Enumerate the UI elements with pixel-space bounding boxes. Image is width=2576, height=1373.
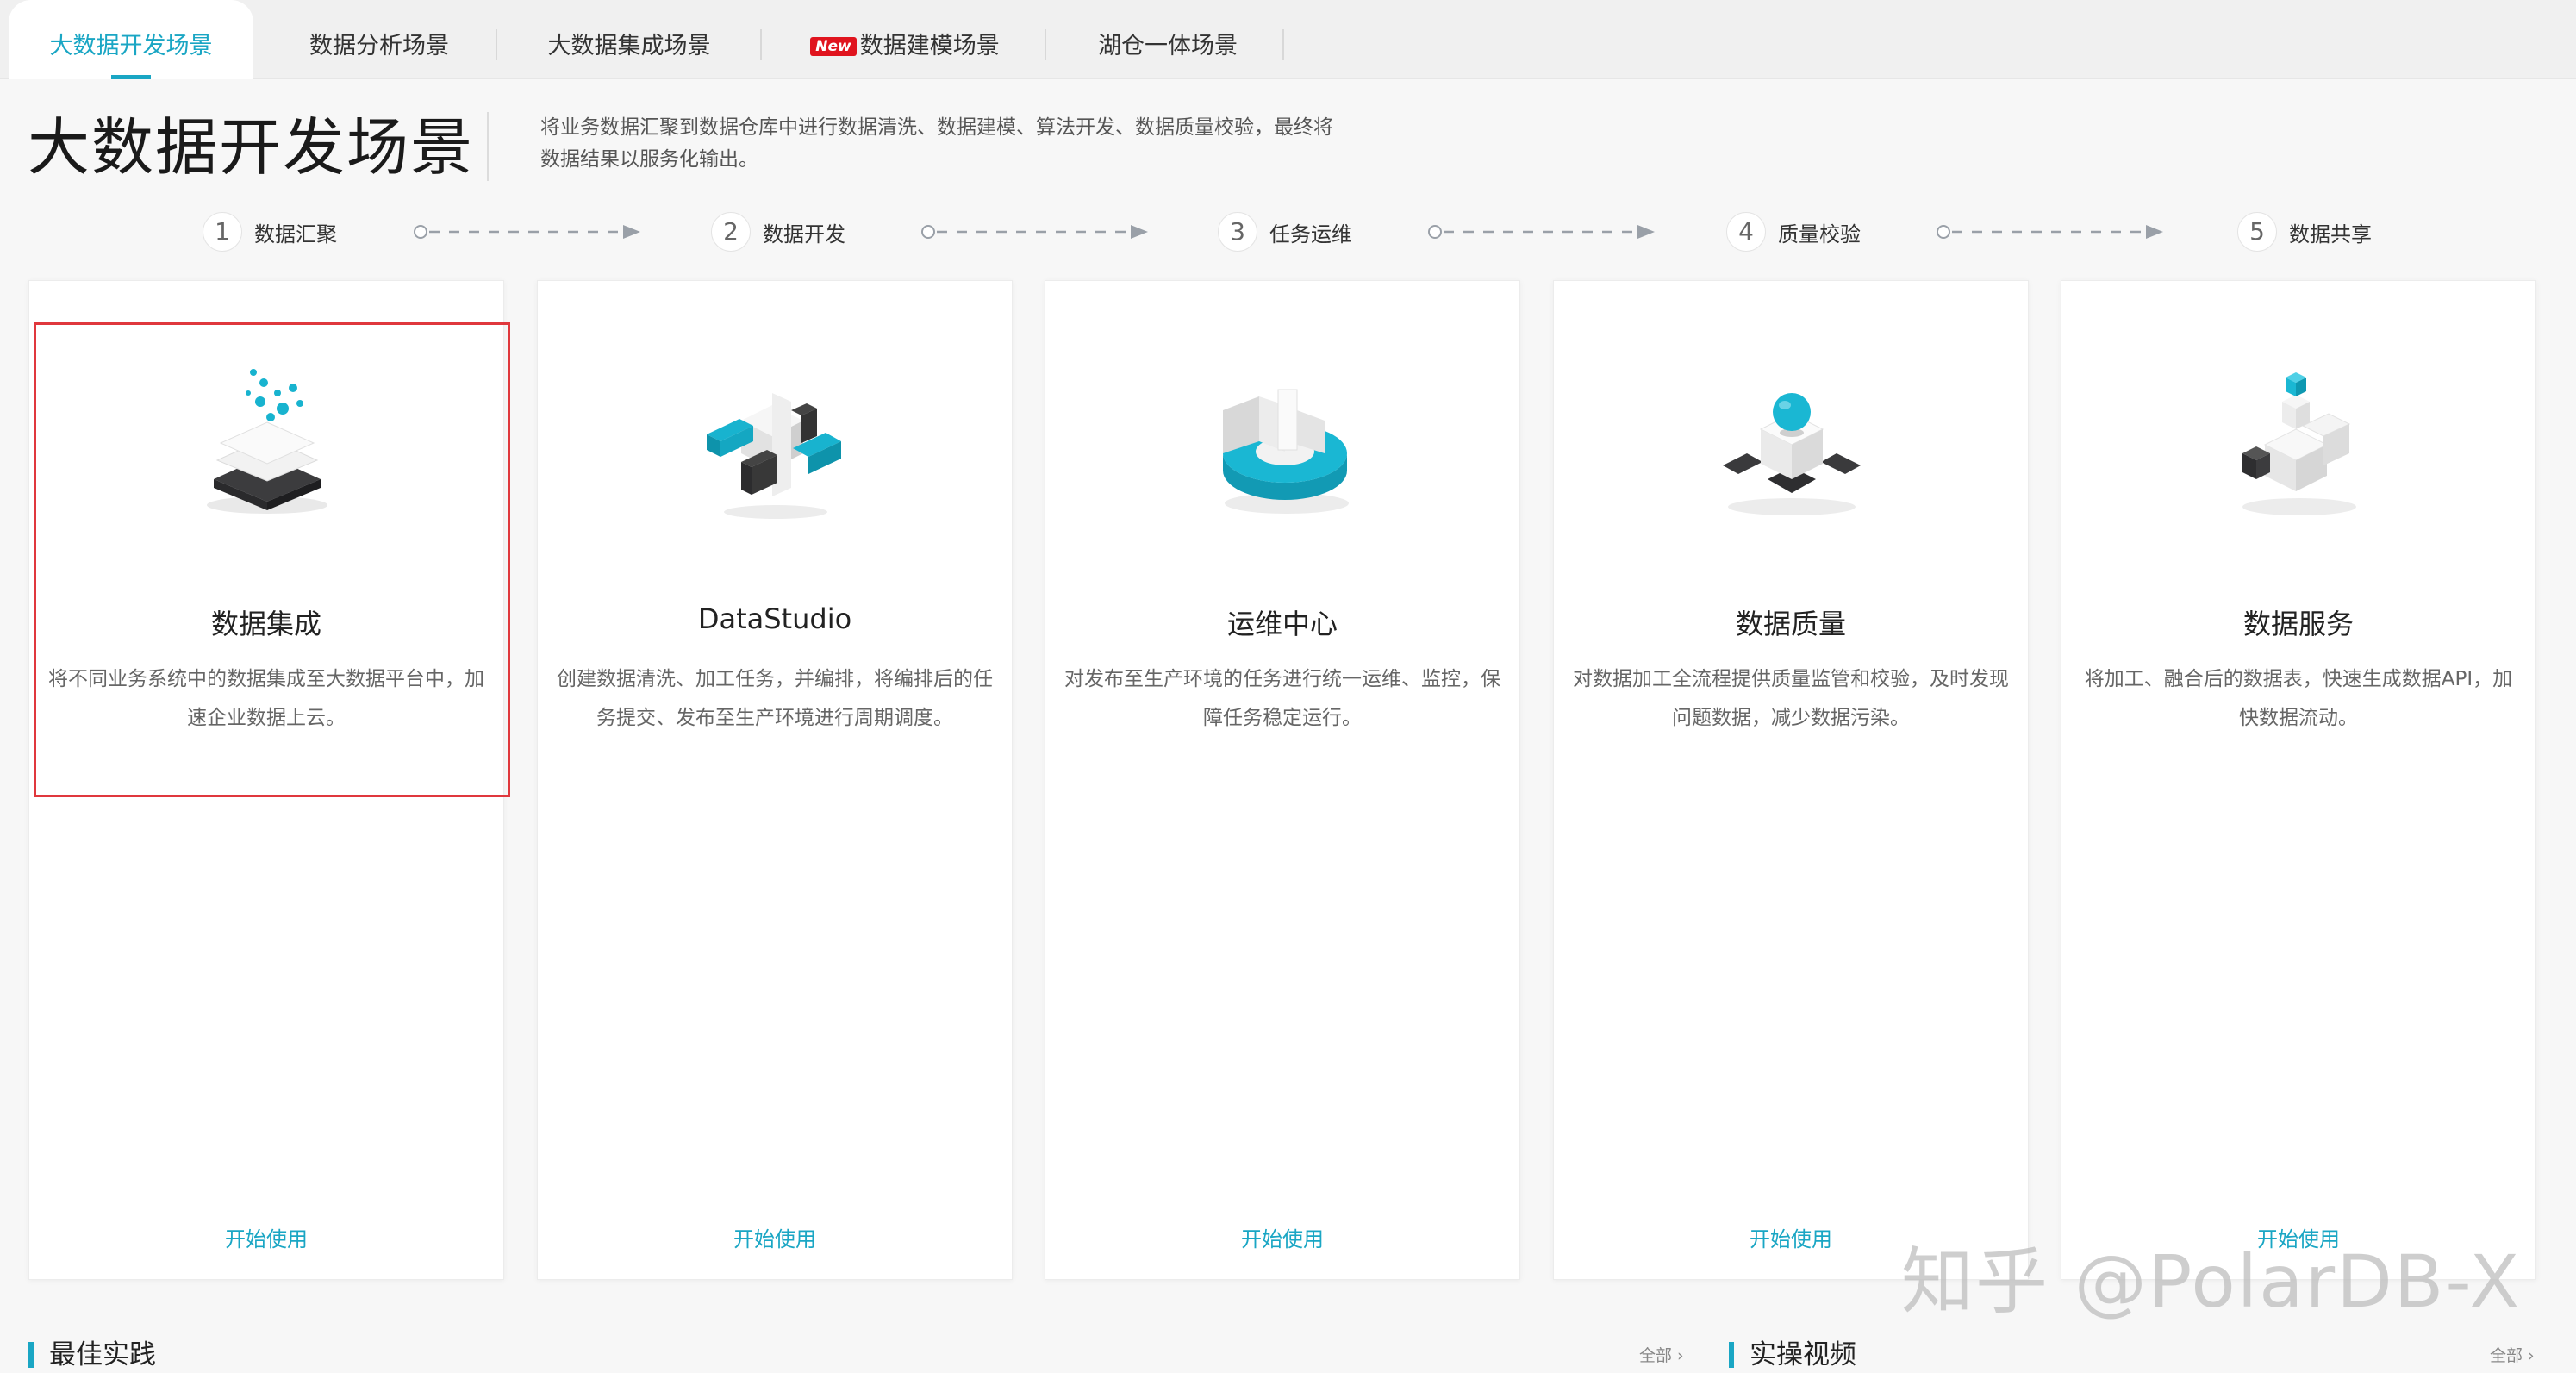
card-title: DataStudio — [697, 602, 852, 635]
step-label: 数据开发 — [763, 222, 845, 247]
step-number: 2 — [711, 212, 751, 252]
tab-data-modeling[interactable]: New 数据建模场景 — [767, 0, 1043, 78]
cross-blocks-icon — [707, 393, 841, 519]
scene-tabs: 大数据开发场景 数据分析场景 大数据集成场景 New 数据建模场景 湖仓一体场景 — [0, 0, 2576, 79]
ring-chart-icon — [1223, 389, 1349, 514]
card-description: 对发布至生产环境的任务进行统一运维、监控，保障任务稳定运行。 — [1064, 668, 1500, 729]
section-best-practice: 最佳实践 — [28, 1332, 156, 1371]
step-number: 3 — [1218, 212, 1257, 252]
page-title: 大数据开发场景 — [28, 111, 475, 184]
title-divider — [487, 112, 489, 181]
start-button[interactable]: 开始使用 — [29, 1222, 503, 1252]
tab-separator — [1282, 29, 1284, 60]
tab-data-analysis[interactable]: 数据分析场景 — [267, 0, 491, 78]
step-label: 数据汇聚 — [254, 222, 337, 247]
dashed-arrow-icon — [1937, 225, 2163, 239]
section-videos: 实操视频 — [1729, 1332, 1856, 1371]
card-data-service[interactable]: 数据服务 将加工、融合后的数据表，快速生成数据API，加快数据流动。 开始使用 — [2061, 280, 2536, 1280]
dashed-arrow-icon — [921, 225, 1148, 239]
step-label: 质量校验 — [1778, 222, 1861, 247]
tab-data-integration[interactable]: 大数据集成场景 — [500, 0, 758, 78]
card-data-integration[interactable]: 数据集成 将不同业务系统中的数据集成至大数据平台中，加速企业数据上云。 开始使用 — [28, 280, 504, 1280]
card-title: 运维中心 — [1226, 608, 1338, 640]
card-datastudio[interactable]: DataStudio 创建数据清洗、加工任务，并编排，将编排后的任务提交、发布至… — [537, 280, 1013, 1280]
tab-lakehouse[interactable]: 湖仓一体场景 — [1051, 0, 1284, 78]
card-data-quality[interactable]: 数据质量 对数据加工全流程提供质量监管和校验，及时发现问题数据，减少数据污染。 … — [1553, 280, 2029, 1280]
cube-cluster-icon — [2242, 372, 2356, 515]
step-label: 任务运维 — [1269, 222, 1352, 247]
step-number: 4 — [1726, 212, 1766, 252]
card-title: 数据质量 — [1735, 608, 1846, 640]
step-5: 5 数据共享 — [2237, 210, 2372, 253]
card-description: 创建数据清洗、加工任务，并编排，将编排后的任务提交、发布至生产环境进行周期调度。 — [557, 668, 993, 729]
tab-separator — [760, 29, 762, 60]
step-3: 3 任务运维 — [1218, 210, 1352, 253]
tab-separator — [1045, 29, 1046, 60]
step-label: 数据共享 — [2289, 222, 2372, 247]
card-description: 将不同业务系统中的数据集成至大数据平台中，加速企业数据上云。 — [48, 668, 484, 729]
step-4: 4 质量校验 — [1726, 210, 1861, 253]
step-number: 1 — [203, 212, 242, 252]
step-number: 5 — [2237, 212, 2277, 252]
card-description: 对数据加工全流程提供质量监管和校验，及时发现问题数据，减少数据污染。 — [1573, 668, 2009, 729]
page-description: 将业务数据汇聚到数据仓库中进行数据清洗、数据建模、算法开发、数据质量校验，最终将… — [540, 116, 1333, 171]
layered-stack-icon — [207, 369, 327, 514]
step-2: 2 数据开发 — [711, 210, 845, 253]
tab-big-data-dev[interactable]: 大数据开发场景 — [9, 0, 253, 79]
start-button[interactable]: 开始使用 — [538, 1222, 1012, 1252]
card-ops-center[interactable]: 运维中心 对发布至生产环境的任务进行统一运维、监控，保障任务稳定运行。 开始使用 — [1045, 280, 1520, 1280]
cube-sphere-icon — [1723, 393, 1861, 515]
more-link-best-practice[interactable]: 全部 › — [1639, 1343, 1684, 1366]
section-bar — [28, 1342, 34, 1368]
step-1: 1 数据汇聚 — [203, 210, 337, 253]
tab-separator — [496, 29, 497, 60]
dashed-arrow-icon — [1428, 225, 1655, 239]
start-button[interactable]: 开始使用 — [1045, 1222, 1519, 1252]
card-description: 将加工、融合后的数据表，快速生成数据API，加快数据流动。 — [2084, 668, 2513, 729]
new-badge: New — [810, 37, 857, 56]
section-bar — [1729, 1342, 1734, 1368]
card-title: 数据集成 — [210, 608, 321, 640]
card-title: 数据服务 — [2242, 608, 2354, 640]
watermark: 知乎 @PolarDB-X — [1901, 1239, 2522, 1324]
more-link-videos[interactable]: 全部 › — [2490, 1343, 2535, 1366]
dashed-arrow-icon — [414, 225, 640, 239]
